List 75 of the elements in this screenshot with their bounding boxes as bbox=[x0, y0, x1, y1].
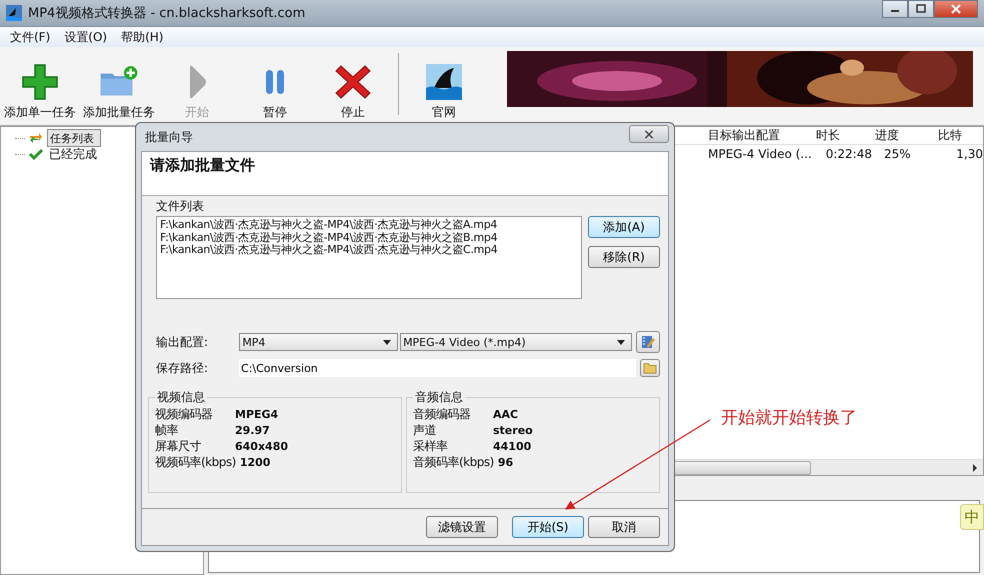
plus-icon bbox=[20, 62, 60, 102]
table-cell-text: 1,30 bbox=[955, 146, 983, 160]
menu-item[interactable]: 文件(F) bbox=[10, 29, 50, 47]
edit-button[interactable] bbox=[636, 331, 660, 353]
dialog-button[interactable]: 移除(R) bbox=[588, 246, 660, 268]
column-header[interactable]: 比特 bbox=[935, 127, 974, 144]
folder-icon bbox=[643, 362, 658, 374]
info-label: 视频编码器 bbox=[155, 406, 214, 422]
field-label: 输出配置: bbox=[156, 334, 210, 350]
file-item[interactable]: F:\kankan\波西·杰克逊与神火之盗-MP4\波西·杰克逊与神火之盗A.mp4 bbox=[160, 219, 578, 232]
info-value: MPEG4 bbox=[234, 408, 278, 420]
info-label: 音频码率(kbps) bbox=[413, 454, 494, 470]
toolbar-button[interactable]: 暂停 bbox=[236, 62, 314, 121]
info-value: 44100 bbox=[492, 440, 532, 452]
dialog-button[interactable]: 添加(A) bbox=[588, 216, 660, 238]
dialog-heading: 请添加批量文件 bbox=[150, 156, 255, 174]
info-value: 1200 bbox=[238, 456, 270, 468]
table-cell-text: 0:22:48 bbox=[824, 146, 872, 160]
shark-fin-icon bbox=[424, 62, 464, 102]
toolbar-button[interactable]: 停止 bbox=[314, 62, 392, 121]
shark-icon bbox=[6, 5, 22, 21]
swap-arrows-icon bbox=[29, 131, 43, 145]
info-label: 视频码率(kbps) bbox=[155, 454, 236, 470]
file-item[interactable]: F:\kankan\波西·杰克逊与神火之盗-MP4\波西·杰克逊与神火之盗C.mp4 bbox=[160, 244, 578, 256]
maximize-button[interactable] bbox=[908, 0, 934, 18]
info-label: 屏幕尺寸 bbox=[155, 438, 202, 454]
dialog-button[interactable]: 取消 bbox=[588, 516, 660, 538]
right-arrow-icon[interactable] bbox=[972, 464, 978, 472]
close-button[interactable] bbox=[934, 0, 978, 18]
table-cell-text: 25% bbox=[883, 146, 912, 160]
column-header[interactable]: 目标输出配置 bbox=[705, 127, 813, 144]
window-title: MP4视频格式转换器 - cn.blacksharksoft.com bbox=[28, 5, 306, 22]
info-value: AAC bbox=[492, 408, 518, 420]
dropdown-arrow-icon bbox=[383, 340, 392, 344]
group-title: 音频信息 bbox=[413, 389, 465, 406]
file-item[interactable]: F:\kankan\波西·杰克逊与神火之盗-MP4\波西·杰克逊与神火之盗B.mp4 bbox=[160, 232, 578, 244]
table-cell-text: MPEG-4 Video (... bbox=[707, 146, 813, 160]
column-header[interactable]: 进度 bbox=[872, 127, 935, 144]
info-label: 声道 bbox=[413, 422, 437, 438]
dialog-title: 批量向导 bbox=[145, 128, 193, 146]
info-value: 640x480 bbox=[234, 440, 288, 452]
group-label: 文件列表 bbox=[156, 198, 205, 215]
annotation-text: 开始就开始转换了 bbox=[721, 407, 857, 429]
dialog-button[interactable]: 滤镜设置 bbox=[426, 516, 498, 538]
film-pencil-icon bbox=[640, 334, 656, 350]
toolbar-button[interactable]: 添加单一任务 bbox=[0, 62, 80, 121]
info-label: 采样率 bbox=[413, 438, 448, 454]
dropdown[interactable]: MP4 bbox=[239, 333, 398, 351]
toolbar-button[interactable]: 添加批量任务 bbox=[80, 62, 158, 121]
close-icon bbox=[951, 4, 961, 14]
menu-item[interactable]: 设置(O) bbox=[64, 29, 108, 47]
tree-item[interactable]: 已经完成 bbox=[47, 146, 99, 162]
maximize-icon bbox=[916, 4, 926, 14]
close-icon bbox=[644, 130, 654, 138]
check-icon bbox=[29, 147, 43, 161]
tree-item[interactable]: 任务列表 bbox=[47, 129, 101, 147]
info-label: 音频编码器 bbox=[413, 406, 472, 422]
path-field[interactable]: C:\Conversion bbox=[239, 359, 636, 377]
group-title: 视频信息 bbox=[155, 389, 207, 406]
file-list[interactable]: F:\kankan\波西·杰克逊与神火之盗-MP4\波西·杰克逊与神火之盗A.mp4 F:\kankan\波西·杰克逊与神火之盗-MP4\波西·杰克逊与神火之盗B.mp4 F:\kankan\波西·杰克逊与神火之盗-MP4\波西·杰克逊与神火之盗C.mp4 bbox=[156, 216, 582, 299]
column-header[interactable]: 时长 bbox=[813, 127, 872, 144]
field-label: 保存路径: bbox=[156, 360, 210, 376]
dialog-button[interactable]: 开始(S) bbox=[512, 516, 584, 538]
browse-button[interactable] bbox=[640, 359, 660, 377]
dropdown[interactable]: MPEG-4 Video (*.mp4) bbox=[400, 333, 632, 351]
toolbar-button[interactable]: 官网 bbox=[405, 62, 483, 121]
info-value: 96 bbox=[496, 456, 514, 468]
info-value: stereo bbox=[492, 424, 533, 436]
input-method-indicator[interactable]: 中 bbox=[960, 504, 984, 530]
close-button[interactable] bbox=[629, 125, 669, 143]
minimize-button[interactable] bbox=[882, 0, 908, 18]
dropdown-arrow-icon bbox=[617, 340, 626, 344]
info-label: 帧率 bbox=[155, 422, 179, 438]
info-value: 29.97 bbox=[234, 424, 270, 436]
menu-item[interactable]: 帮助(H) bbox=[121, 29, 164, 47]
